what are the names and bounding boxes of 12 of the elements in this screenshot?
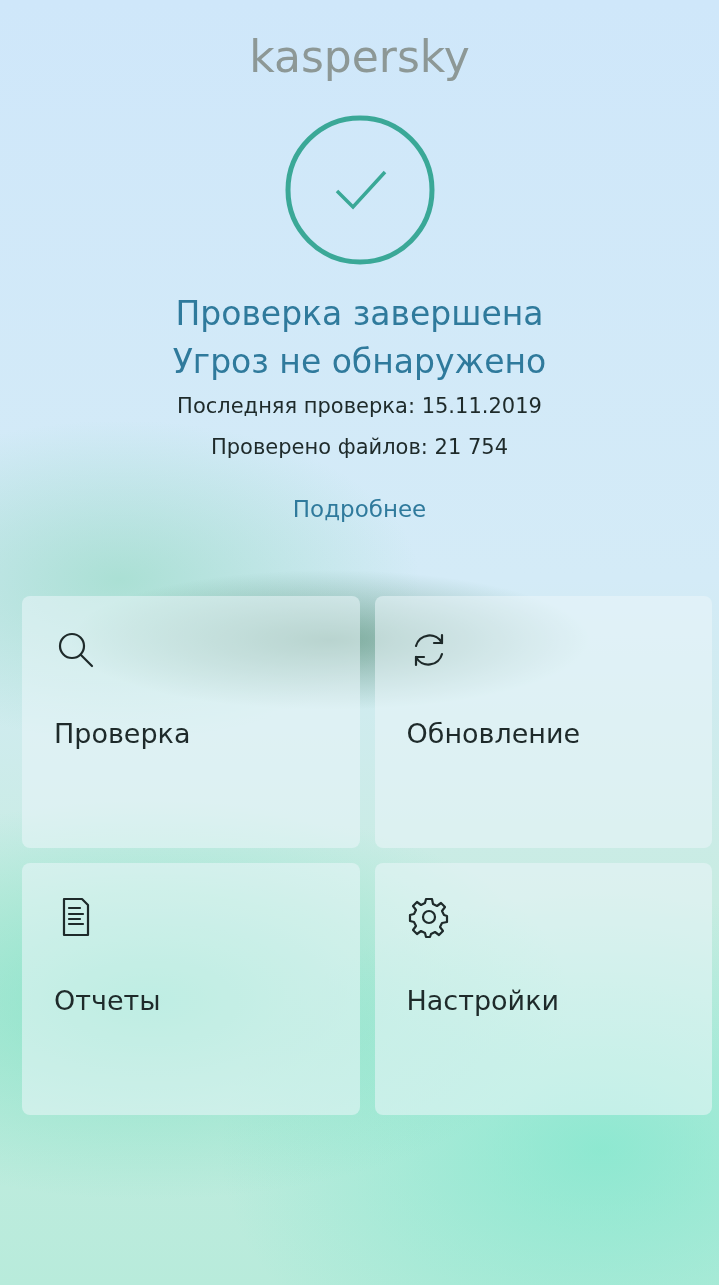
last-scan-text: Последняя проверка: 15.11.2019 [177,392,542,420]
logo: kaspersky [249,30,470,84]
status-title: Проверка завершена [175,293,544,335]
settings-icon [406,895,451,940]
menu-tile[interactable]: Проверка [22,596,360,849]
files-scanned-text: Проверено файлов: 21 754 [210,433,509,461]
menu-tile[interactable]: Обновление [374,596,712,849]
menu-tile[interactable]: Настройки [374,863,712,1116]
details-link[interactable]: Подробнее [292,491,427,527]
menu-tile[interactable]: Отчеты [22,863,360,1116]
status-subtitle: Угроз не обнаружено [172,340,547,383]
checkmark-circle-icon [283,114,436,266]
